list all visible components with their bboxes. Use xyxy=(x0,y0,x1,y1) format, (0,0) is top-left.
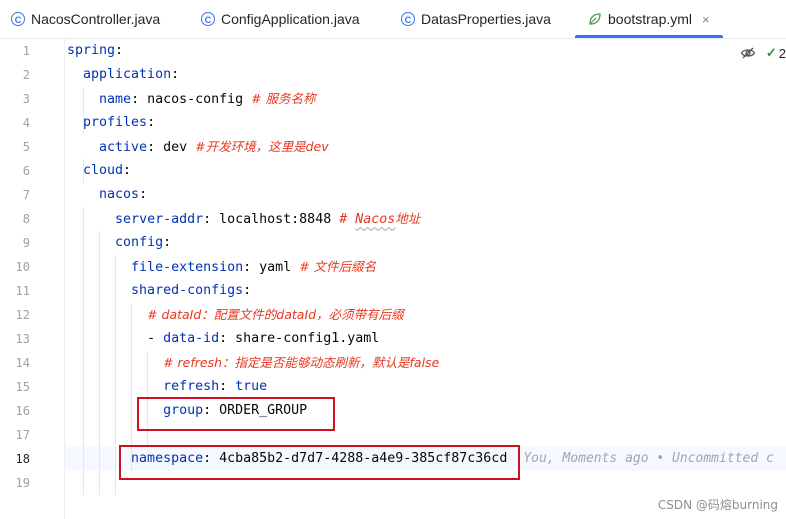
yaml-comment-hash: # xyxy=(339,212,348,227)
yaml-comment: # 文件后缀名 xyxy=(299,259,377,274)
line-number: 12 xyxy=(15,308,30,322)
highlight-box-namespace xyxy=(119,445,520,480)
yaml-comment-rest: 地址 xyxy=(395,211,421,226)
yaml-comment: # 服务名称 xyxy=(251,91,316,106)
code-line-7: nacos: xyxy=(99,187,148,202)
close-icon[interactable]: × xyxy=(702,12,710,27)
yaml-key: file-extension xyxy=(131,260,244,275)
tab-config-application[interactable]: C ConfigApplication.java xyxy=(201,0,360,38)
yaml-key: profiles xyxy=(83,115,148,130)
line-number: 17 xyxy=(15,428,30,442)
check-icon: ✓ xyxy=(765,45,777,60)
yaml-key: spring xyxy=(67,43,116,58)
yaml-key: cloud xyxy=(83,163,124,178)
code-line-6: cloud: xyxy=(83,163,132,178)
code-line-11: shared-configs: xyxy=(131,283,252,298)
yaml-value: dev xyxy=(163,140,188,155)
class-icon: C xyxy=(11,12,25,26)
yaml-key: server-addr xyxy=(115,212,204,227)
yaml-value: localhost:8848 xyxy=(219,212,332,227)
code-line-3: name: nacos-config # 服务名称 xyxy=(99,91,316,107)
line-number: 4 xyxy=(22,116,30,130)
code-line-1: spring: xyxy=(67,43,124,58)
watermark: CSDN @码熔burning xyxy=(657,498,778,512)
yaml-key: application xyxy=(83,67,172,82)
yaml-comment: # refresh：指定是否能够动态刷新，默认是false xyxy=(163,355,440,370)
code-line-13: - data-id: share-config1.yaml xyxy=(147,331,380,346)
code-editor[interactable]: spring: application: name: nacos-config … xyxy=(65,39,786,519)
line-number: 11 xyxy=(15,284,30,298)
tab-label: DatasProperties.java xyxy=(421,11,551,27)
line-number: 14 xyxy=(15,356,30,370)
line-number: 16 xyxy=(15,404,30,418)
line-number-current: 18 xyxy=(15,452,30,466)
tab-label: bootstrap.yml xyxy=(608,11,693,27)
line-number: 19 xyxy=(15,476,30,490)
line-number: 6 xyxy=(22,164,30,178)
line-number: 13 xyxy=(15,332,30,346)
line-number: 3 xyxy=(22,92,30,106)
yaml-key: refresh xyxy=(163,379,220,394)
code-line-12: # dataId：配置文件的dataId，必须带有后缀 xyxy=(67,303,404,327)
tab-label: NacosController.java xyxy=(31,11,161,27)
tab-bootstrap-yml[interactable]: bootstrap.yml × xyxy=(575,0,723,38)
line-number: 2 xyxy=(22,68,30,82)
code-line-4: profiles: xyxy=(83,115,156,130)
yaml-value: nacos-config xyxy=(147,92,244,107)
tab-label: ConfigApplication.java xyxy=(221,11,360,27)
yaml-comment-word: Nacos xyxy=(355,212,396,227)
yaml-comment: #开发环境，这里是dev xyxy=(195,139,329,154)
line-number: 1 xyxy=(22,44,30,58)
line-number: 7 xyxy=(22,188,30,202)
code-line-2: application: xyxy=(83,67,180,82)
active-tab-indicator xyxy=(575,35,723,38)
line-number-gutter[interactable]: 1 2 3 4 5 6 7 8 9 10 11 12 13 14 15 16 1… xyxy=(0,39,65,519)
tab-nacos-controller[interactable]: C NacosController.java xyxy=(11,0,160,38)
line-number: 9 xyxy=(22,236,30,250)
class-icon: C xyxy=(401,12,415,26)
inspection-count: 2 xyxy=(778,45,786,61)
yaml-key: shared-configs xyxy=(131,283,244,298)
tab-datas-properties[interactable]: C DatasProperties.java xyxy=(401,0,551,38)
list-dash: - xyxy=(147,331,156,346)
yaml-value: yaml xyxy=(259,260,292,275)
code-line-5: active: dev #开发环境，这里是dev xyxy=(99,139,329,155)
code-line-14: # refresh：指定是否能够动态刷新，默认是false xyxy=(67,351,439,375)
highlight-box-group xyxy=(137,397,335,431)
line-number: 10 xyxy=(15,260,30,274)
code-line-15: refresh: true xyxy=(163,379,268,394)
yaml-key: config xyxy=(115,235,164,250)
inspection-widget[interactable]: ✓ 2 xyxy=(740,42,786,64)
eye-crossed-icon[interactable] xyxy=(740,45,756,61)
line-number: 5 xyxy=(22,140,30,154)
yaml-key: nacos xyxy=(99,187,140,202)
yaml-value: share-config1.yaml xyxy=(235,331,380,346)
yaml-key: name xyxy=(99,92,132,107)
code-line-9: config: xyxy=(115,235,172,250)
yaml-leaf-icon xyxy=(589,13,601,25)
spring-class-icon: C xyxy=(201,12,215,26)
code-line-8: server-addr: localhost:8848 # Nacos地址 xyxy=(115,211,421,227)
line-number: 8 xyxy=(22,212,30,226)
line-number: 15 xyxy=(15,380,30,394)
yaml-key: data-id xyxy=(163,331,220,346)
yaml-comment: # dataId：配置文件的dataId，必须带有后缀 xyxy=(147,307,404,322)
code-line-10: file-extension: yaml # 文件后缀名 xyxy=(131,259,377,275)
yaml-key: active xyxy=(99,140,148,155)
yaml-value: true xyxy=(235,379,268,394)
editor-tab-bar: C NacosController.java C ConfigApplicati… xyxy=(0,0,786,39)
git-blame-annotation: You, Moments ago • Uncommitted c xyxy=(523,451,774,466)
